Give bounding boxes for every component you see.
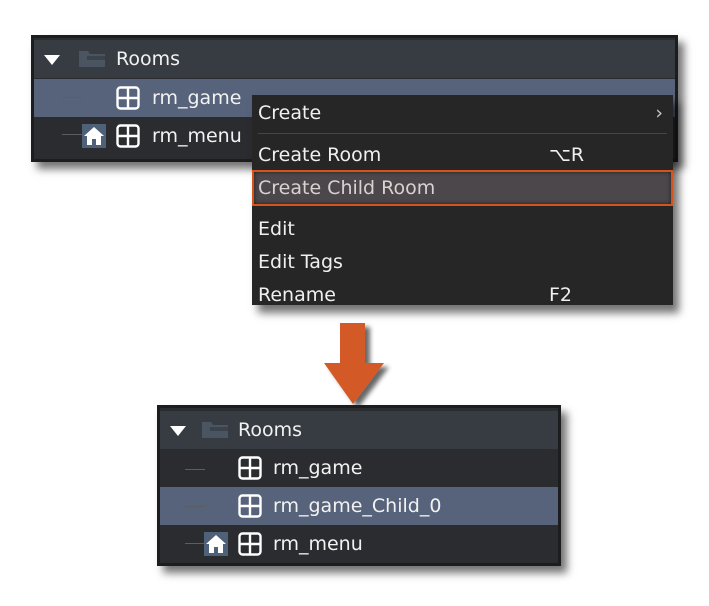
menu-item-create-room[interactable]: Create Room ⌥R — [252, 140, 673, 170]
room-icon — [116, 86, 140, 110]
asset-browser-panel-after: Rooms rm_game rm_game_Child_0 rm_menu — [157, 405, 561, 566]
down-arrow-icon — [324, 323, 384, 404]
menu-item-label: Create Child Room — [258, 177, 436, 199]
item-label: rm_game — [152, 87, 242, 109]
folder-label: Rooms — [238, 419, 303, 441]
expand-triangle-icon[interactable] — [170, 426, 186, 436]
menu-item-edit-tags[interactable]: Edit Tags — [252, 247, 673, 277]
tree-item-rm-game-child-0[interactable]: rm_game_Child_0 — [160, 487, 558, 525]
menu-item-label: Rename — [258, 284, 336, 305]
menu-item-label: Create Room — [258, 144, 382, 166]
tree-folder-rooms[interactable]: Rooms — [34, 40, 675, 78]
room-icon — [238, 494, 262, 518]
folder-label: Rooms — [116, 48, 181, 70]
folder-icon — [79, 51, 105, 67]
tree-line-branch — [62, 97, 82, 98]
tree-item-rm-menu[interactable]: rm_menu — [160, 525, 558, 563]
menu-item-rename[interactable]: Rename F2 — [252, 280, 673, 305]
room-icon — [116, 124, 140, 148]
context-menu: Create › Create Room ⌥R Create Child Roo… — [252, 95, 673, 305]
menu-item-create-child-room[interactable]: Create Child Room — [252, 170, 673, 206]
room-icon — [238, 532, 262, 556]
menu-item-create[interactable]: Create › — [252, 98, 673, 128]
tree-line-branch — [185, 506, 205, 507]
item-label: rm_menu — [273, 533, 363, 555]
menu-item-label: Create — [258, 102, 322, 124]
menu-item-label: Edit Tags — [258, 251, 343, 273]
menu-item-edit[interactable]: Edit — [252, 214, 673, 244]
room-icon — [238, 456, 262, 480]
tree-folder-rooms[interactable]: Rooms — [160, 411, 558, 449]
menu-separator — [258, 133, 667, 134]
tree-line-branch — [62, 134, 82, 135]
expand-triangle-icon[interactable] — [44, 55, 60, 65]
item-label: rm_game_Child_0 — [273, 495, 442, 517]
home-icon — [82, 124, 106, 148]
submenu-chevron-icon: › — [655, 102, 663, 124]
menu-item-shortcut: ⌥R — [549, 144, 585, 166]
item-label: rm_menu — [152, 125, 242, 147]
item-label: rm_game — [273, 457, 363, 479]
tree-line-branch — [185, 543, 205, 544]
menu-item-shortcut: F2 — [549, 284, 573, 305]
menu-item-label: Edit — [258, 218, 295, 240]
folder-icon — [202, 422, 228, 438]
tree-item-rm-game[interactable]: rm_game — [160, 449, 558, 487]
tree-line-branch — [185, 469, 205, 470]
home-icon — [204, 532, 228, 556]
